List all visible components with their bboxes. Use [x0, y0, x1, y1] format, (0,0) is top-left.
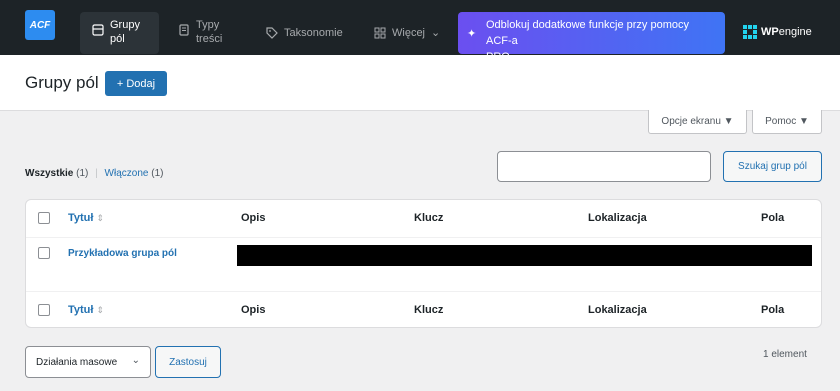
row-title-link[interactable]: Przykładowa grupa pól	[68, 248, 177, 259]
sort-icon: ⇕	[96, 213, 105, 223]
sort-icon: ⇕	[96, 305, 105, 315]
field-groups-icon	[92, 24, 104, 36]
bulk-actions-label: Działania masowe	[36, 357, 118, 368]
wp-engine-grid-icon	[743, 25, 757, 39]
status-filters: Wszystkie (1) | Włączone (1)	[25, 168, 163, 179]
page-title: Grupy pól	[25, 73, 99, 92]
wp-engine-wp: WP	[761, 26, 779, 38]
help-button[interactable]: Pomoc ▼	[752, 110, 822, 134]
screen-options-button[interactable]: Opcje ekranu ▼	[648, 110, 747, 134]
apply-button[interactable]: Zastosuj	[155, 346, 221, 378]
column-description-footer: Opis	[241, 304, 266, 316]
acf-pro-promo[interactable]: ✦ Odblokuj dodatkowe funkcje przy pomocy…	[458, 12, 725, 63]
nav-label: pól	[110, 33, 125, 45]
table-footer-row: Tytuł ⇕ Opis Klucz Lokalizacja Pola	[26, 291, 821, 327]
column-description: Opis	[241, 212, 266, 224]
nav-label: Taksonomie	[284, 27, 343, 39]
table-row: Przykładowa grupa pól	[26, 238, 821, 291]
chevron-down-icon: ⌄	[131, 355, 140, 366]
nav-label: treści	[196, 33, 223, 45]
add-button[interactable]: + Dodaj	[105, 71, 167, 96]
column-title-label: Tytuł	[68, 304, 94, 316]
sparkle-icon: ✦	[467, 28, 477, 40]
column-location-footer: Lokalizacja	[588, 304, 647, 316]
column-location: Lokalizacja	[588, 212, 647, 224]
nav-post-types[interactable]: Typy treści	[178, 12, 222, 54]
filter-all-count: (1)	[76, 168, 89, 179]
grid-icon	[374, 27, 386, 39]
nav-taxonomies[interactable]: Taksonomie	[266, 12, 343, 54]
wp-engine-engine: engine	[778, 26, 812, 38]
column-title-label: Tytuł	[68, 212, 94, 224]
nav-label: Grupy	[110, 19, 140, 31]
filter-all[interactable]: Wszystkie	[25, 168, 73, 179]
column-fields-footer: Pola	[761, 304, 785, 316]
nav-label: Typy	[196, 19, 220, 31]
logo-text: ACF	[29, 19, 51, 31]
tag-icon	[266, 27, 278, 39]
nav-label: Więcej	[392, 27, 426, 39]
select-all-checkbox[interactable]	[38, 212, 50, 224]
bulk-actions-select[interactable]: Działania masowe ⌄	[25, 346, 151, 378]
column-title-footer[interactable]: Tytuł ⇕	[68, 304, 104, 316]
column-key: Klucz	[414, 212, 444, 224]
filter-enabled[interactable]: Włączone	[105, 168, 149, 179]
row-checkbox[interactable]	[38, 247, 50, 259]
filter-enabled-count: (1)	[151, 168, 164, 179]
column-key-footer: Klucz	[414, 304, 444, 316]
redacted-content	[237, 245, 812, 266]
post-types-icon	[179, 24, 189, 36]
column-fields: Pola	[761, 212, 785, 224]
nav-field-groups[interactable]: Grupy pól	[80, 12, 159, 54]
top-navigation: ACF Grupy pól Typy treści Taksonomie Więce…	[0, 0, 840, 63]
search-button[interactable]: Szukaj grup pól	[723, 151, 822, 182]
chevron-down-icon: ⌄	[431, 27, 441, 39]
filter-separator: |	[95, 168, 98, 179]
acf-logo[interactable]: ACF	[25, 10, 55, 40]
table-header-row: Tytuł ⇕ Opis Klucz Lokalizacja Pola	[26, 200, 821, 238]
page-header: Grupy pól + Dodaj	[0, 55, 840, 111]
column-title[interactable]: Tytuł ⇕	[68, 212, 104, 224]
select-all-checkbox-footer[interactable]	[38, 304, 50, 316]
item-count: 1 element	[763, 349, 807, 360]
field-groups-table: Tytuł ⇕ Opis Klucz Lokalizacja Pola Przyk…	[25, 199, 822, 328]
promo-line-1: Odblokuj dodatkowe funkcje przy pomocy A…	[486, 19, 689, 47]
search-input[interactable]	[497, 151, 711, 182]
wp-engine-logo[interactable]: WP engine	[743, 25, 812, 39]
nav-more[interactable]: Więcej ⌄	[374, 12, 440, 54]
